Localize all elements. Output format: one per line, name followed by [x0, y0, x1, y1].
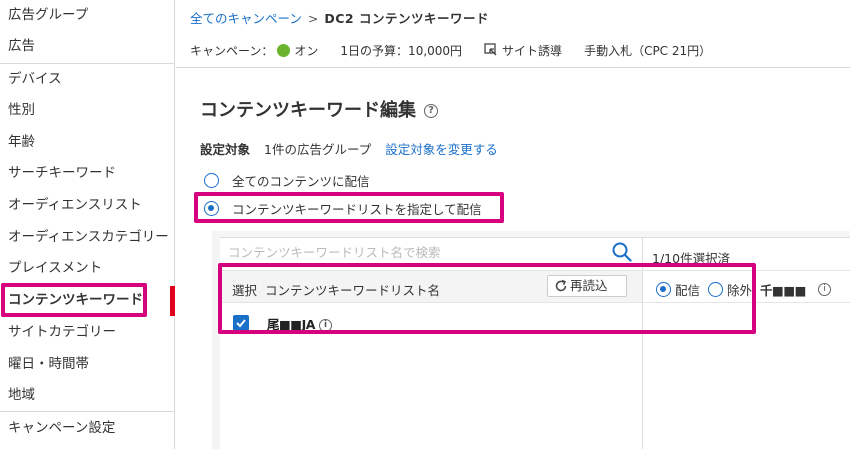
sidebar-item-devices[interactable]: デバイス	[0, 64, 174, 95]
sidebar-item-placements[interactable]: プレイスメント	[0, 253, 174, 284]
radio-deliver[interactable]	[656, 282, 671, 297]
breadcrumb-current: DC2 コンテンツキーワード	[324, 11, 489, 26]
reload-icon	[555, 279, 567, 292]
table-row: 尾■■JA i	[267, 314, 332, 333]
sidebar-item-audience-categories[interactable]: オーディエンスカテゴリー	[0, 222, 174, 253]
daily-budget: 1日の予算：10,000円	[340, 44, 463, 58]
search-icon[interactable]	[612, 241, 632, 263]
status-dot-icon	[277, 44, 291, 57]
campaign-meta: キャンペーン： オン 1日の予算：10,000円 サイト誘導 手動入札（CPC …	[190, 42, 715, 59]
sidebar-item-schedule[interactable]: 曜日・時間帯	[0, 349, 174, 380]
option-keyword-list[interactable]: コンテンツキーワードリストを指定して配信	[204, 199, 482, 218]
list-name: 尾■■JA	[267, 317, 315, 332]
sidebar: 広告グループ 広告 デバイス 性別 年齢 サーチキーワード オーディエンスリスト…	[0, 0, 175, 449]
breadcrumb-separator: >	[307, 11, 319, 26]
page-title: コンテンツキーワード編集?	[200, 96, 438, 122]
sidebar-item-ad-groups[interactable]: 広告グループ	[0, 0, 174, 31]
campaign-goal: サイト誘導	[502, 44, 563, 58]
info-icon[interactable]: i	[318, 319, 332, 332]
keyword-list-panel: コンテンツキーワードリスト名で検索 選択 コンテンツキーワードリスト名 再読込 …	[212, 231, 850, 449]
goal-icon	[484, 42, 497, 59]
sidebar-item-content-keywords[interactable]: コンテンツキーワード	[0, 285, 174, 316]
sidebar-item-gender[interactable]: 性別	[0, 95, 174, 126]
bid-strategy: 手動入札（CPC 21円）	[584, 44, 712, 58]
sidebar-item-search-keywords[interactable]: サーチキーワード	[0, 158, 174, 189]
help-icon[interactable]: ?	[424, 104, 438, 118]
col-select: 選択	[232, 283, 258, 298]
campaign-label: キャンペーン：	[190, 44, 274, 58]
search-input[interactable]: コンテンツキーワードリスト名で検索	[228, 242, 441, 261]
row-checkbox[interactable]	[233, 315, 249, 331]
target-label: 設定対象	[200, 142, 251, 157]
col-list-name: コンテンツキーワードリスト名	[264, 283, 440, 298]
active-indicator	[170, 286, 175, 316]
sidebar-item-audience-lists[interactable]: オーディエンスリスト	[0, 190, 174, 221]
sidebar-item-region[interactable]: 地域	[0, 380, 174, 411]
breadcrumb: 全てのキャンペーン > DC2 コンテンツキーワード	[190, 8, 489, 27]
option-keyword-list-label: コンテンツキーワードリストを指定して配信	[232, 202, 482, 217]
deliver-label: 配信	[675, 283, 701, 298]
target-value: 1件の広告グループ	[264, 142, 372, 157]
sidebar-item-campaign-settings[interactable]: キャンペーン設定	[0, 413, 174, 444]
breadcrumb-all-campaigns[interactable]: 全てのキャンペーン	[190, 11, 302, 26]
row-divider	[220, 302, 850, 303]
sidebar-item-site-categories[interactable]: サイトカテゴリー	[0, 317, 174, 348]
reload-label: 再読込	[570, 278, 608, 293]
change-target-link[interactable]: 設定対象を変更する	[385, 142, 498, 157]
campaign-header: 全てのキャンペーン > DC2 コンテンツキーワード キャンペーン： オン 1日の予…	[176, 0, 850, 68]
radio-exclude[interactable]	[708, 282, 724, 297]
table-header-text: 選択 コンテンツキーワードリスト名	[232, 280, 440, 299]
option-all-contents[interactable]: 全てのコンテンツに配信	[204, 171, 370, 190]
row-divider	[643, 270, 850, 271]
sidebar-item-ads[interactable]: 広告	[0, 31, 174, 62]
info-icon[interactable]: i	[817, 283, 831, 296]
radio-all-contents[interactable]	[204, 173, 219, 188]
selected-list-name: 千■■■	[760, 283, 806, 298]
status-text: オン	[294, 44, 319, 58]
page-title-text: コンテンツキーワード編集	[200, 100, 416, 121]
delivery-setting: 配信 除外 千■■■ i	[656, 280, 831, 299]
selected-count: 1/10件選択済	[652, 251, 731, 266]
target-row: 設定対象 1件の広告グループ 設定対象を変更する	[200, 139, 498, 158]
radio-keyword-list[interactable]	[204, 201, 219, 216]
sidebar-divider	[0, 411, 174, 412]
keyword-list-inner: コンテンツキーワードリスト名で検索 選択 コンテンツキーワードリスト名 再読込 …	[220, 237, 850, 449]
exclude-label: 除外	[727, 283, 753, 298]
check-icon	[236, 319, 246, 328]
sidebar-item-age[interactable]: 年齢	[0, 127, 174, 158]
option-all-contents-label: 全てのコンテンツに配信	[232, 174, 370, 189]
reload-button[interactable]: 再読込	[547, 275, 627, 297]
